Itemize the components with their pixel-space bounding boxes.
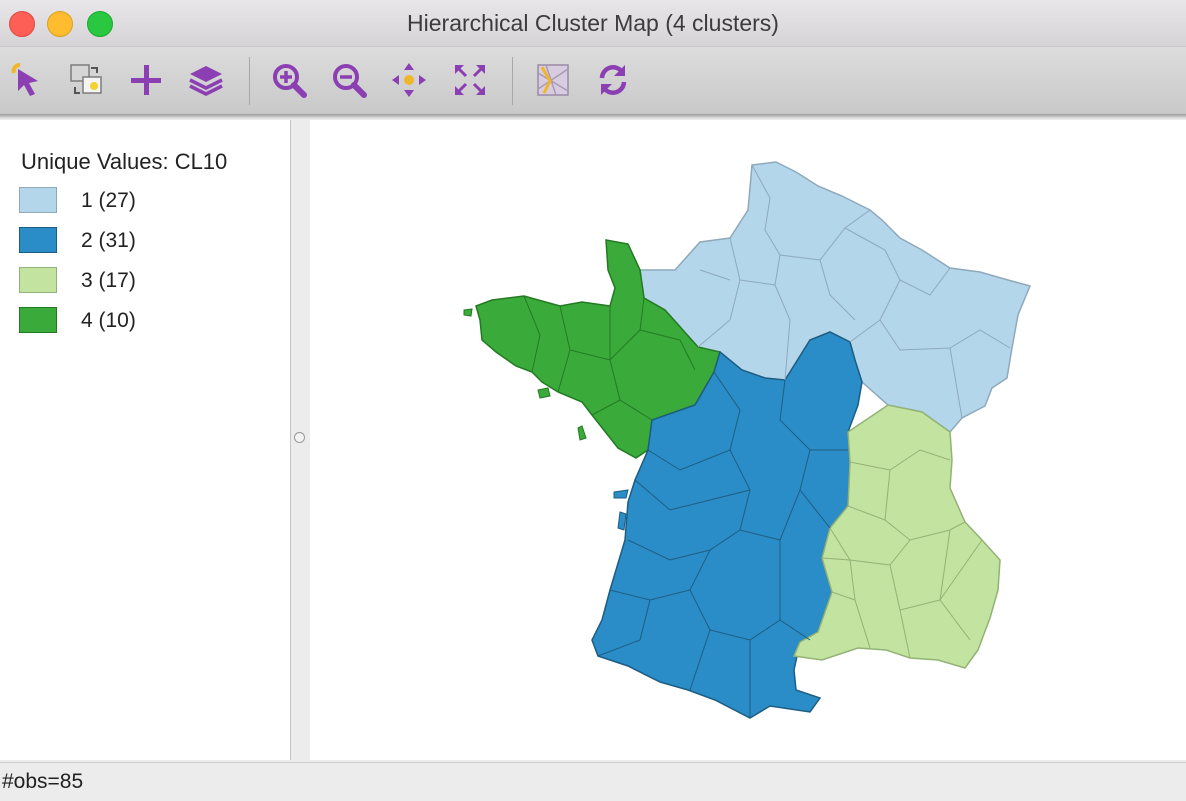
add-tool-button[interactable] (125, 59, 167, 101)
layers-icon (189, 66, 223, 96)
legend-label-2: 2 (31) (81, 229, 136, 252)
legend-label-3: 3 (17) (81, 269, 136, 292)
pan-icon (392, 63, 426, 97)
zoom-out-icon (333, 64, 367, 98)
legend-swatch-4 (19, 307, 57, 333)
toolbar-shadow (0, 114, 1186, 119)
window-title: Hierarchical Cluster Map (4 clusters) (407, 10, 779, 36)
toolbar-separator (512, 57, 513, 105)
toolbar (0, 47, 1186, 115)
toolbar-separator (249, 57, 250, 105)
legend-label-1: 1 (27) (81, 189, 136, 212)
zoom-out-tool-button[interactable] (328, 59, 370, 101)
refresh-icon (599, 65, 627, 95)
island-ushant (463, 308, 473, 317)
full-extent-tool-button[interactable] (449, 59, 491, 101)
zoom-in-tool-button[interactable] (268, 59, 310, 101)
arrow-pointer-icon (11, 63, 38, 96)
status-bar: #obs=85 (0, 762, 1186, 801)
island-oleron (617, 511, 627, 531)
title-bar: Hierarchical Cluster Map (4 clusters) (0, 0, 1186, 47)
island-belle-ile (537, 387, 551, 399)
island-noirmoutier (577, 425, 587, 441)
basemap-icon (537, 64, 569, 96)
basemap-tool-button[interactable] (532, 59, 574, 101)
legend-swatch-3 (19, 267, 57, 293)
plus-icon (131, 65, 161, 95)
pan-tool-button[interactable] (388, 59, 430, 101)
select-tool-button[interactable] (6, 59, 48, 101)
france-cluster-map[interactable] (310, 120, 1186, 760)
map-canvas[interactable] (310, 120, 1186, 760)
legend-label-4: 4 (10) (81, 309, 136, 332)
layers-tool-button[interactable] (185, 59, 227, 101)
select-mode-tool-button[interactable] (65, 59, 107, 101)
legend-panel: Unique Values: CL10 1 (27) 2 (31) 3 (17)… (0, 120, 291, 760)
full-extent-icon (455, 65, 485, 95)
splitter-handle[interactable] (294, 432, 305, 443)
panel-splitter[interactable] (291, 120, 309, 760)
select-mode-icon (70, 64, 102, 94)
island-ile-de-re (613, 489, 629, 499)
zoom-in-icon (273, 64, 307, 98)
observation-count: #obs=85 (2, 770, 84, 793)
legend-swatch-2 (19, 227, 57, 253)
refresh-tool-button[interactable] (592, 59, 634, 101)
legend-swatch-1 (19, 187, 57, 213)
legend-title: Unique Values: CL10 (21, 149, 228, 174)
